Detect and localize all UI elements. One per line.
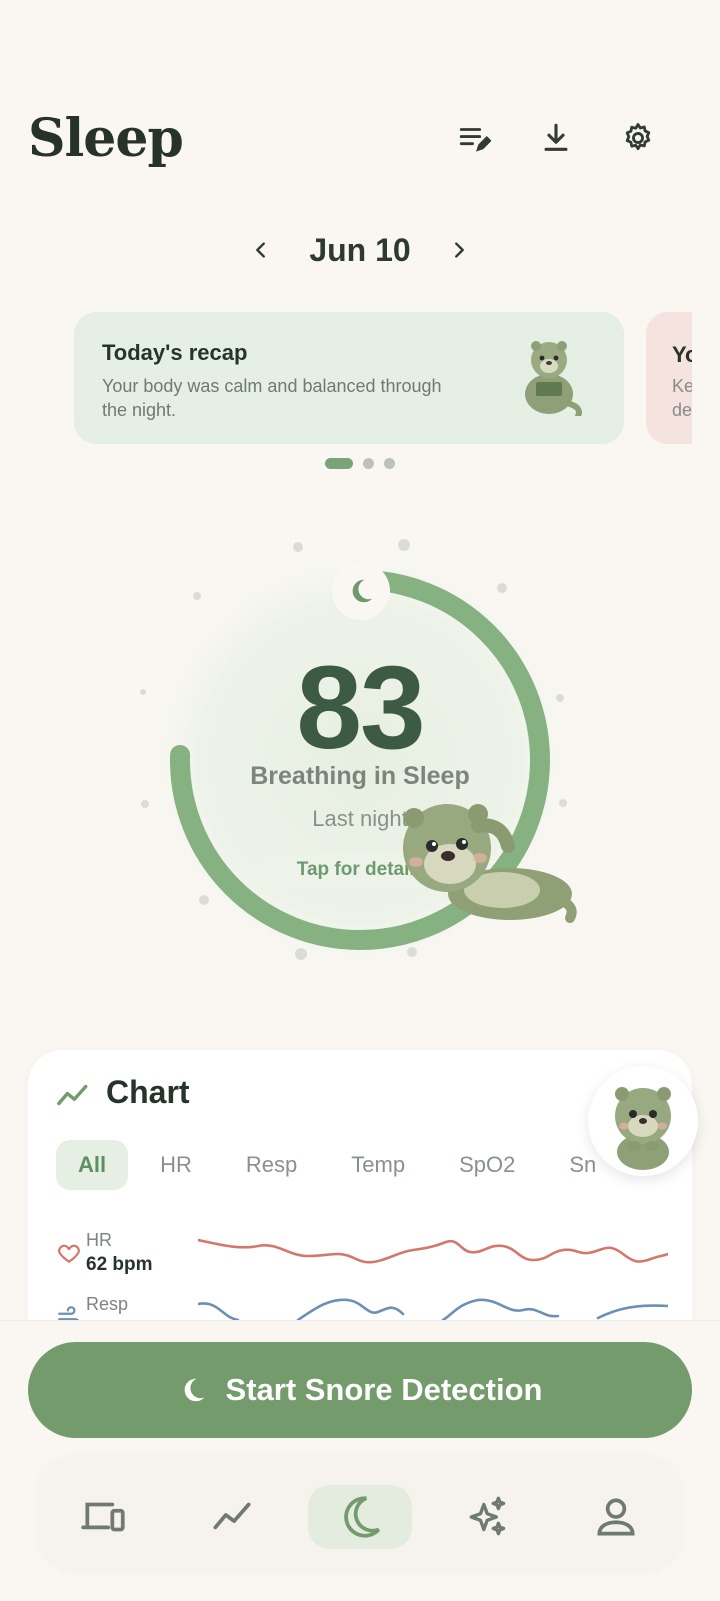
moon-icon	[352, 579, 373, 603]
otter-avatar-illustration	[615, 1087, 671, 1170]
next-recap-text-line-2: de	[672, 400, 692, 420]
chart-filter-tabs: All HR Resp Temp SpO2 Sn	[56, 1140, 618, 1190]
trend-icon	[57, 1084, 88, 1106]
carousel-indicator	[0, 458, 720, 469]
cta-label: Start Snore Detection	[225, 1372, 543, 1407]
recap-card[interactable]: Today's recap Your body was calm and bal…	[74, 312, 624, 444]
nav-insights[interactable]	[436, 1485, 540, 1549]
carousel-dot[interactable]	[384, 458, 395, 469]
chart-card: Chart All HR Resp Temp SpO2 Sn HR 62 bpm…	[28, 1050, 692, 1350]
otter-reading-illustration	[525, 341, 582, 416]
bottom-navigation	[40, 1462, 680, 1572]
sleep-score-value: 83	[296, 642, 425, 774]
nav-profile[interactable]	[564, 1485, 668, 1549]
settings-icon[interactable]	[616, 116, 660, 160]
filter-all[interactable]: All	[56, 1140, 129, 1190]
carousel-dot[interactable]	[363, 458, 374, 469]
date-navigator: Jun 10	[0, 222, 720, 278]
devices-icon	[81, 1502, 125, 1532]
next-recap-text-line-1: Ke	[672, 376, 692, 396]
hr-sparkline	[198, 1238, 668, 1264]
current-date: Jun 10	[309, 231, 411, 268]
otter-assistant-button[interactable]	[588, 1066, 698, 1176]
recap-text: Your body was calm and balanced through …	[102, 376, 442, 420]
metric-name-resp: Resp	[86, 1294, 129, 1314]
page-title: Sleep	[28, 108, 184, 169]
carousel-dot-active[interactable]	[325, 458, 353, 469]
previous-day-button[interactable]	[243, 232, 279, 268]
next-recap-card[interactable]: Yo Ke de	[646, 312, 692, 444]
nav-trends[interactable]	[180, 1485, 284, 1549]
filter-hr[interactable]: HR	[138, 1140, 214, 1190]
trend-icon	[213, 1502, 251, 1530]
sparkles-icon	[469, 1496, 506, 1536]
moon-icon	[184, 1378, 204, 1402]
start-snore-detection-button[interactable]: Start Snore Detection	[28, 1342, 692, 1438]
metric-name-hr: HR	[86, 1230, 112, 1250]
score-label: Breathing in Sleep	[250, 762, 470, 790]
next-recap-title: Yo	[672, 342, 692, 367]
nav-devices[interactable]	[52, 1485, 156, 1549]
metric-value-hr: 62 bpm	[86, 1254, 153, 1275]
download-icon[interactable]	[534, 116, 578, 160]
chart-title: Chart	[106, 1074, 190, 1110]
heart-icon	[58, 1244, 80, 1263]
profile-icon	[597, 1498, 635, 1536]
otter-lying-illustration	[403, 804, 577, 923]
recap-title: Today's recap	[102, 340, 248, 365]
moon-icon	[344, 1496, 381, 1538]
score-sublabel: Last night	[312, 806, 408, 831]
next-day-button[interactable]	[441, 232, 477, 268]
nav-sleep[interactable]	[308, 1485, 412, 1549]
moon-badge	[332, 562, 390, 620]
filter-temp[interactable]: Temp	[329, 1140, 427, 1190]
filter-spo2[interactable]: SpO2	[437, 1140, 537, 1190]
filter-resp[interactable]: Resp	[224, 1140, 319, 1190]
edit-list-icon[interactable]	[452, 116, 496, 160]
